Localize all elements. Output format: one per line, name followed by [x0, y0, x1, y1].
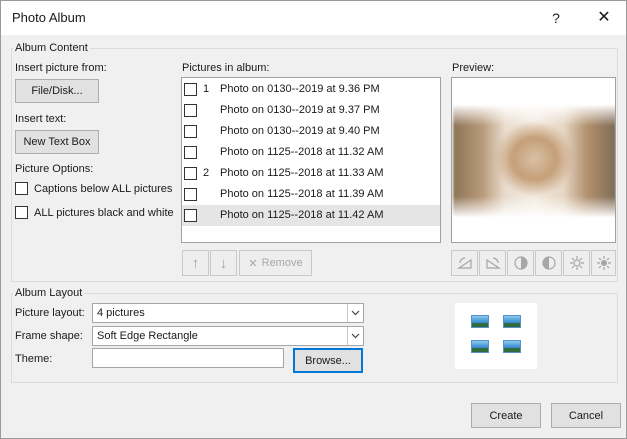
- theme-input[interactable]: [92, 348, 284, 368]
- photo-album-dialog: Photo Album ? ✕ Album Content Insert pic…: [0, 0, 627, 439]
- arrow-down-icon: ↓: [219, 254, 228, 272]
- more-brightness-button[interactable]: [563, 250, 590, 276]
- layout-thumb-picture: [503, 315, 521, 328]
- picture-name: Photo on 1125--2018 at 11.33 AM: [220, 167, 384, 179]
- layout-thumb-picture: [471, 315, 489, 328]
- help-button[interactable]: ?: [541, 3, 571, 33]
- picture-name: Photo on 1125--2018 at 11.39 AM: [220, 188, 384, 200]
- insert-picture-label: Insert picture from:: [15, 62, 107, 74]
- picture-number: 2: [203, 167, 210, 179]
- remove-icon: ✕: [248, 257, 258, 270]
- cancel-button-label: Cancel: [568, 409, 604, 422]
- rotate-right-button[interactable]: [479, 250, 506, 276]
- insert-text-label: Insert text:: [15, 113, 67, 125]
- more-contrast-button[interactable]: [507, 250, 534, 276]
- layout-thumb-picture: [471, 340, 489, 353]
- brightness-up-icon: [569, 256, 584, 270]
- list-item[interactable]: 1 Photo on 0130--2019 at 9.36 PM: [182, 79, 440, 100]
- list-item[interactable]: Photo on 1125--2018 at 11.39 AM: [182, 184, 440, 205]
- browse-button-label: Browse...: [305, 354, 351, 367]
- picture-layout-value: 4 pictures: [97, 307, 145, 319]
- picture-layout-label: Picture layout:: [15, 307, 85, 319]
- captions-option-label: Captions below ALL pictures: [34, 183, 173, 195]
- pictures-list[interactable]: 1 Photo on 0130--2019 at 9.36 PM Photo o…: [181, 77, 441, 243]
- arrow-up-icon: ↑: [191, 254, 200, 272]
- black-white-checkbox[interactable]: [15, 206, 28, 219]
- contrast-up-icon: [513, 256, 528, 270]
- preview-label: Preview:: [452, 62, 495, 74]
- cancel-button[interactable]: Cancel: [551, 403, 621, 428]
- rotate-right-icon: [485, 257, 501, 269]
- picture-name: Photo on 1125--2018 at 11.42 AM: [220, 209, 384, 221]
- frame-shape-value: Soft Edge Rectangle: [97, 330, 198, 342]
- preview-pane: [451, 77, 616, 243]
- less-contrast-button[interactable]: [535, 250, 562, 276]
- remove-button-label: Remove: [261, 257, 303, 269]
- rotate-left-button[interactable]: [451, 250, 478, 276]
- chevron-down-icon[interactable]: [347, 304, 363, 322]
- move-up-button[interactable]: ↑: [182, 250, 209, 276]
- list-item[interactable]: Photo on 1125--2018 at 11.32 AM: [182, 142, 440, 163]
- list-item-selected[interactable]: Photo on 1125--2018 at 11.42 AM: [182, 205, 440, 226]
- frame-shape-dropdown[interactable]: Soft Edge Rectangle: [92, 326, 364, 346]
- picture-name: Photo on 0130--2019 at 9.36 PM: [220, 83, 380, 95]
- list-item[interactable]: 2 Photo on 1125--2018 at 11.33 AM: [182, 163, 440, 184]
- frame-shape-label: Frame shape:: [15, 330, 83, 342]
- picture-name: Photo on 1125--2018 at 11.32 AM: [220, 146, 384, 158]
- new-text-box-button[interactable]: New Text Box: [15, 130, 99, 154]
- list-item[interactable]: Photo on 0130--2019 at 9.37 PM: [182, 100, 440, 121]
- picture-options-label: Picture Options:: [15, 163, 94, 175]
- contrast-down-icon: [541, 256, 556, 270]
- file-disk-button-label: File/Disk...: [31, 85, 83, 97]
- dialog-title: Photo Album: [12, 10, 86, 25]
- picture-number: 1: [203, 83, 210, 95]
- brightness-down-icon: [596, 256, 611, 270]
- new-text-box-button-label: New Text Box: [23, 136, 91, 148]
- layout-thumb-picture: [503, 340, 521, 353]
- close-icon[interactable]: ✕: [589, 3, 619, 33]
- picture-checkbox[interactable]: [184, 125, 197, 138]
- file-disk-button[interactable]: File/Disk...: [15, 79, 99, 103]
- create-button[interactable]: Create: [471, 403, 541, 428]
- picture-checkbox[interactable]: [184, 167, 197, 180]
- preview-image: [453, 106, 615, 216]
- picture-name: Photo on 0130--2019 at 9.40 PM: [220, 125, 380, 137]
- less-brightness-button[interactable]: [591, 250, 616, 276]
- picture-checkbox[interactable]: [184, 104, 197, 117]
- black-white-option-label: ALL pictures black and white: [34, 207, 174, 219]
- picture-layout-dropdown[interactable]: 4 pictures: [92, 303, 364, 323]
- album-layout-legend: Album Layout: [13, 287, 85, 299]
- pictures-in-album-label: Pictures in album:: [182, 62, 270, 74]
- layout-preview-thumbnail: [455, 303, 537, 369]
- picture-checkbox[interactable]: [184, 146, 197, 159]
- theme-label: Theme:: [15, 353, 53, 365]
- create-button-label: Create: [489, 409, 523, 422]
- browse-button[interactable]: Browse...: [293, 348, 363, 373]
- captions-checkbox[interactable]: [15, 182, 28, 195]
- list-item[interactable]: Photo on 0130--2019 at 9.40 PM: [182, 121, 440, 142]
- picture-name: Photo on 0130--2019 at 9.37 PM: [220, 104, 380, 116]
- album-content-legend: Album Content: [13, 42, 90, 54]
- remove-button[interactable]: ✕ Remove: [239, 250, 312, 276]
- move-down-button[interactable]: ↓: [210, 250, 237, 276]
- title-bar: Photo Album ? ✕: [1, 1, 626, 35]
- picture-checkbox[interactable]: [184, 188, 197, 201]
- chevron-down-icon[interactable]: [347, 327, 363, 345]
- picture-checkbox[interactable]: [184, 209, 197, 222]
- picture-checkbox[interactable]: [184, 83, 197, 96]
- rotate-left-icon: [456, 257, 472, 269]
